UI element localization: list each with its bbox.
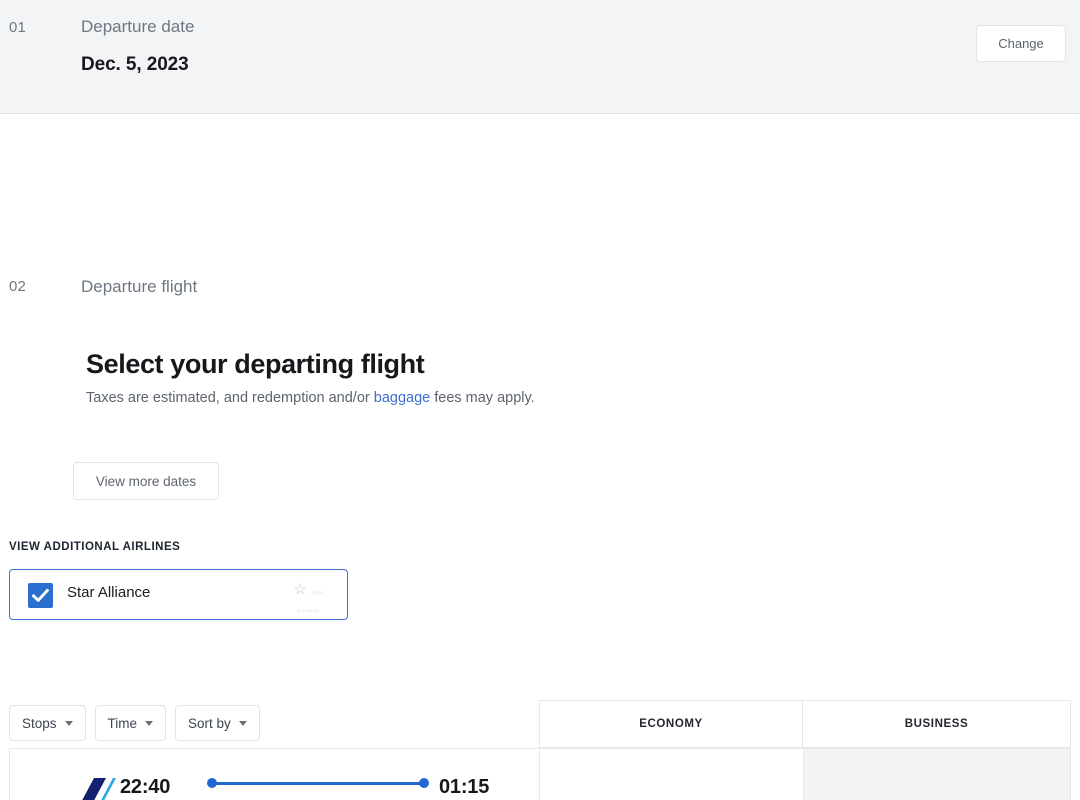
filter-time-label: Time (107, 715, 138, 731)
disclaimer-text-before: Taxes are estimated, and redemption and/… (86, 390, 374, 406)
chevron-down-icon (64, 720, 73, 726)
filter-sort-by-dropdown[interactable]: Sort by (175, 705, 260, 741)
ana-airline-logo-icon (66, 773, 116, 800)
additional-airlines-label: VIEW ADDITIONAL AIRLINES (9, 541, 181, 553)
departure-flight-section: 02 Departure flight Select your departin… (0, 114, 1080, 800)
baggage-link[interactable]: baggage (374, 390, 430, 406)
view-more-dates-button[interactable]: View more dates (73, 462, 219, 500)
arrival-time: 01:15 (439, 776, 490, 798)
timeline-destination-dot-icon (419, 778, 429, 788)
departure-date-value: Dec. 5, 2023 (81, 54, 189, 75)
flight-result-row[interactable]: 22:40 HND 01:15 PVG NH 967 Non Stop, 03h… (9, 748, 1071, 800)
disclaimer-text-after: fees may apply. (430, 390, 535, 406)
filter-stops-dropdown[interactable]: Stops (9, 705, 86, 741)
column-header-business: BUSINESS (803, 700, 1071, 748)
step-number-02: 02 (9, 278, 27, 295)
flight-timeline (207, 778, 429, 788)
checkbox-checked-icon[interactable] (28, 583, 53, 608)
flight-itinerary-cell: 22:40 HND 01:15 PVG NH 967 Non Stop, 03h… (10, 749, 539, 800)
departure-date-section: 01 Departure date Dec. 5, 2023 Change (0, 0, 1080, 114)
departure-time: 22:40 (120, 776, 171, 798)
alliance-name-label: Star Alliance (67, 584, 151, 601)
filter-stops-label: Stops (22, 715, 57, 731)
taxes-disclaimer: Taxes are estimated, and redemption and/… (86, 390, 535, 406)
timeline-line (212, 782, 424, 785)
step-number-01: 01 (9, 19, 27, 36)
filter-time-dropdown[interactable]: Time (94, 705, 167, 741)
star-glyph: ☆ (293, 581, 307, 598)
fare-cell-economy[interactable]: LM 11,500 + US$ 26.40 2 Seats left (539, 749, 803, 800)
filter-sort-by-label: Sort by (188, 715, 231, 731)
filter-bar: Stops Time Sort by (9, 705, 260, 741)
fare-cell-business: – (803, 749, 1070, 800)
departure-date-label: Departure date (81, 17, 195, 36)
column-header-economy: ECONOMY (539, 700, 803, 748)
page-title: Select your departing flight (86, 349, 425, 379)
chevron-down-icon (238, 720, 247, 726)
star-alliance-logo-icon: ☆ STAR ALLIANCE (285, 581, 331, 613)
chevron-down-icon (145, 720, 154, 726)
alliance-filter-star-alliance[interactable]: Star Alliance ☆ STAR ALLIANCE (9, 569, 348, 620)
change-date-button[interactable]: Change (976, 25, 1066, 62)
departure-flight-label: Departure flight (81, 277, 198, 296)
